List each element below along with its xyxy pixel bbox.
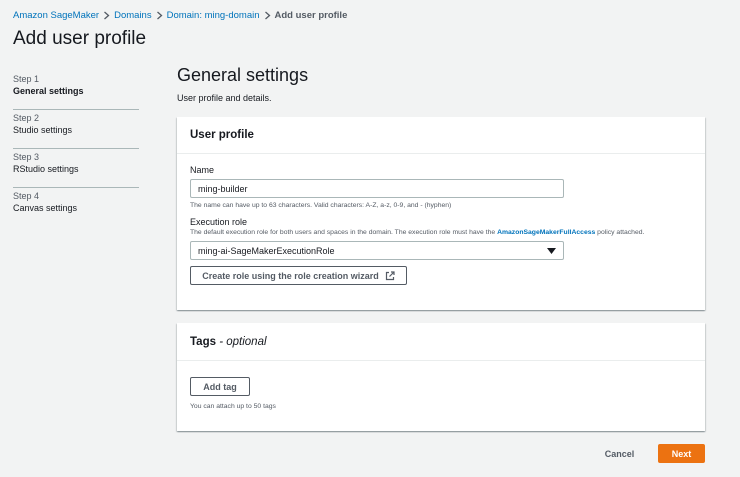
breadcrumb-current: Add user profile — [274, 9, 348, 21]
breadcrumb-sagemaker-link[interactable]: Amazon SageMaker — [13, 10, 99, 21]
chevron-right-icon — [152, 11, 167, 20]
tags-hint: You can attach up to 50 tags — [190, 403, 276, 410]
chevron-right-icon — [99, 11, 114, 20]
execution-role-description: The default execution role for both user… — [190, 228, 680, 238]
add-tag-button-label: Add tag — [203, 381, 237, 392]
step-number: Step 4 — [13, 191, 40, 201]
step-number: Step 2 — [13, 113, 40, 123]
section-description: User profile and details. — [177, 93, 272, 103]
breadcrumb: Amazon SageMaker Domains Domain: ming-do… — [13, 8, 347, 22]
tags-heading-sep: - — [216, 335, 227, 348]
create-role-button-label: Create role using the role creation wiza… — [202, 270, 379, 281]
tags-header: Tags - optional — [177, 323, 705, 361]
chevron-right-icon — [260, 11, 275, 20]
user-profile-heading: User profile — [190, 129, 254, 141]
next-button[interactable]: Next — [658, 444, 705, 463]
section-title: General settings — [177, 65, 309, 85]
wizard-steps: Step 1 General settings Step 2 Studio se… — [13, 71, 139, 227]
policy-name: AmazonSageMakerFullAccess — [497, 228, 596, 236]
step-general-settings[interactable]: Step 1 General settings — [13, 71, 139, 110]
user-profile-body: Name ming-builder The name can have up t… — [177, 164, 705, 285]
user-profile-header: User profile — [177, 117, 705, 154]
tags-heading: Tags - optional — [190, 336, 267, 348]
role-desc-prefix: The default execution role for both user… — [190, 228, 496, 236]
step-label: Canvas settings — [13, 203, 78, 213]
page-title: Add user profile — [13, 28, 147, 49]
step-number: Step 1 — [13, 74, 40, 84]
external-link-icon — [385, 270, 395, 280]
cancel-button[interactable]: Cancel — [596, 444, 643, 463]
name-input-value: ming-builder — [198, 183, 248, 194]
breadcrumb-domain-link[interactable]: Domain: ming-domain — [167, 10, 260, 21]
caret-down-icon — [547, 247, 556, 254]
name-label: Name — [190, 165, 215, 175]
name-input[interactable]: ming-builder — [190, 179, 564, 198]
tags-panel: Tags - optional Add tag You can attach u… — [177, 323, 705, 431]
step-number: Step 3 — [13, 152, 40, 162]
tags-heading-text: Tags — [190, 335, 216, 348]
execution-role-value: ming-ai-SageMakerExecutionRole — [198, 245, 335, 256]
role-desc-suffix: policy attached. — [597, 228, 645, 236]
tags-body: Add tag You can attach up to 50 tags — [177, 361, 705, 412]
breadcrumb-domains-link[interactable]: Domains — [114, 10, 152, 21]
name-hint: The name can have up to 63 characters. V… — [190, 202, 452, 209]
step-rstudio-settings[interactable]: Step 3 RStudio settings — [13, 149, 139, 188]
user-profile-panel: User profile Name ming-builder The name … — [177, 117, 705, 310]
tags-optional-label: optional — [226, 335, 267, 348]
execution-role-label: Execution role — [190, 216, 248, 227]
execution-role-select[interactable]: ming-ai-SageMakerExecutionRole — [190, 241, 564, 260]
step-canvas-settings[interactable]: Step 4 Canvas settings — [13, 188, 139, 227]
create-role-button[interactable]: Create role using the role creation wiza… — [190, 266, 407, 285]
step-studio-settings[interactable]: Step 2 Studio settings — [13, 110, 139, 149]
step-label: Studio settings — [13, 125, 73, 135]
add-tag-button[interactable]: Add tag — [190, 377, 250, 396]
step-label: RStudio settings — [13, 164, 79, 174]
step-label: General settings — [13, 86, 84, 96]
